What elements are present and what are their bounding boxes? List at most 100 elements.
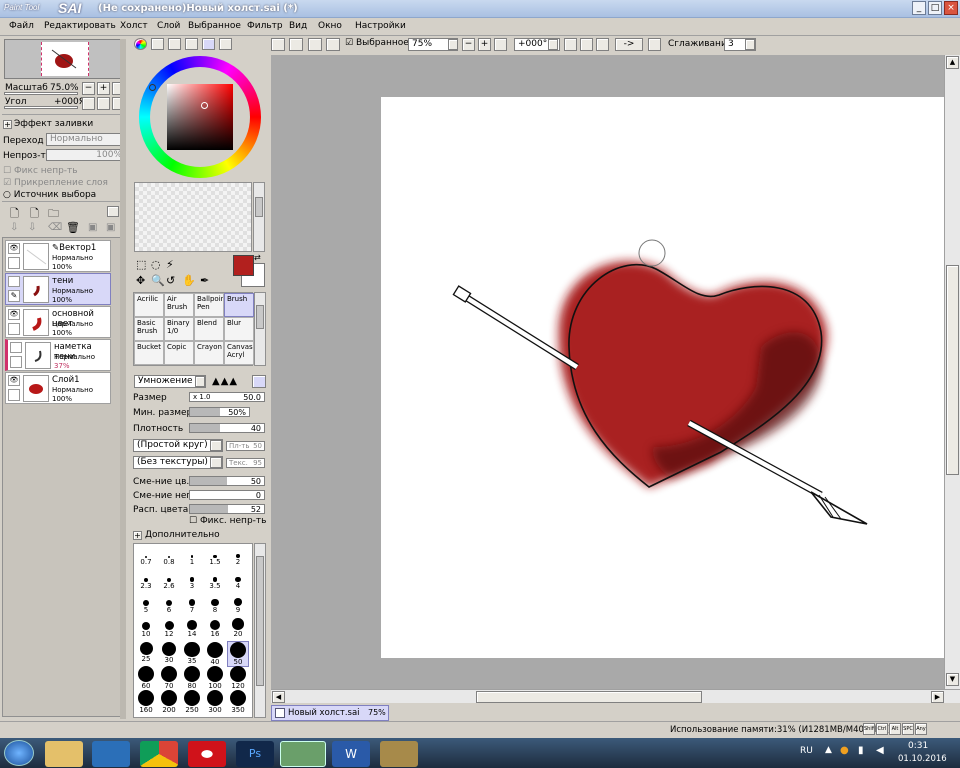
- lock-checkbox[interactable]: ✎: [8, 290, 20, 302]
- document-tab[interactable]: Новый холст.sai 75%: [271, 705, 389, 721]
- layer-item-shadows[interactable]: ✎ тени Нормально 100%: [5, 273, 111, 305]
- zoom-reset-button[interactable]: [494, 38, 507, 51]
- brush-size-option[interactable]: 5: [136, 594, 156, 614]
- menu-view[interactable]: Вид: [289, 21, 307, 31]
- clock-date[interactable]: 01.10.2016: [898, 754, 947, 764]
- brush-size-option[interactable]: 6: [159, 594, 179, 614]
- rgb-slider-tab-icon[interactable]: [151, 38, 164, 50]
- visibility-eye-icon[interactable]: [8, 276, 20, 287]
- brush-size-option[interactable]: 80: [182, 666, 202, 690]
- start-button[interactable]: [4, 740, 34, 766]
- chrome-taskbar-icon[interactable]: [140, 741, 178, 767]
- chevron-down-icon[interactable]: [210, 440, 222, 451]
- canvas-paper[interactable]: [381, 97, 944, 658]
- brush-size-option[interactable]: 120: [228, 666, 248, 690]
- close-button[interactable]: ×: [944, 1, 958, 15]
- chevron-down-icon[interactable]: [195, 376, 205, 387]
- tool-preset[interactable]: Blur: [224, 317, 254, 341]
- brush-size-option[interactable]: 0.7: [136, 546, 156, 566]
- invert-selection-icon[interactable]: [326, 38, 340, 51]
- zoom-in-button[interactable]: +: [478, 38, 491, 51]
- menu-file[interactable]: Файл: [9, 21, 34, 31]
- lock-checkbox[interactable]: [8, 257, 20, 269]
- brush-size-option[interactable]: 160: [136, 690, 156, 714]
- tool-preset[interactable]: Crayon: [194, 341, 224, 365]
- scratchpad[interactable]: [134, 182, 252, 252]
- hsv-slider-tab-icon[interactable]: [168, 38, 181, 50]
- menu-window[interactable]: Окно: [318, 21, 342, 31]
- flip-button[interactable]: ->: [615, 38, 643, 51]
- texture-strength-slider[interactable]: Текс. 95: [226, 458, 265, 468]
- panel-splitter[interactable]: [120, 39, 126, 719]
- tool-preset[interactable]: Ballpoint Pen: [194, 293, 224, 317]
- brush-size-option[interactable]: 7: [182, 594, 202, 614]
- mask-icon[interactable]: ▣: [88, 222, 97, 233]
- transfer-down-icon[interactable]: ⇩: [10, 222, 18, 233]
- horizontal-scroll-thumb[interactable]: [476, 691, 702, 703]
- brush-size-option[interactable]: 2.6: [159, 570, 179, 590]
- lock-checkbox[interactable]: [10, 356, 22, 368]
- rotate-right-icon[interactable]: [97, 97, 110, 110]
- scratchpad-scrollbar[interactable]: [253, 182, 265, 252]
- saturation-value-square[interactable]: [167, 84, 233, 150]
- visibility-eye-icon[interactable]: 👁: [8, 309, 20, 320]
- tool-preset[interactable]: Binary 1/0: [164, 317, 194, 341]
- selection-source-checkbox[interactable]: ○ Источник выбора: [3, 190, 96, 200]
- hand-icon[interactable]: ✋: [182, 274, 196, 287]
- lock-checkbox[interactable]: [8, 389, 20, 401]
- brush-size-option[interactable]: 100: [205, 666, 225, 690]
- brush-size-option[interactable]: 200: [159, 690, 179, 714]
- chevron-down-icon[interactable]: [448, 39, 458, 50]
- selection-checkbox[interactable]: ☑ Выбранное: [345, 38, 409, 48]
- photoshop-taskbar-icon[interactable]: Ps: [236, 741, 274, 767]
- rect-select-icon[interactable]: ⬚: [136, 258, 146, 271]
- keep-opacity-checkbox[interactable]: ☐ Фикс. непр-ть: [189, 516, 266, 526]
- chevron-down-icon[interactable]: [210, 457, 222, 468]
- visibility-eye-icon[interactable]: 👁: [8, 375, 20, 386]
- layer-item-base-color[interactable]: 👁 основной цвет Нормально 100%: [5, 306, 111, 338]
- painttool-sai-taskbar-icon[interactable]: [280, 741, 326, 767]
- chevron-down-icon[interactable]: [745, 39, 755, 50]
- brush-size-option[interactable]: 60: [136, 666, 156, 690]
- size-slider[interactable]: x 1.0 50.0: [189, 392, 265, 402]
- opacity-slider[interactable]: 100%: [46, 149, 126, 161]
- language-indicator[interactable]: RU: [800, 746, 813, 756]
- scroll-right-icon[interactable]: ▶: [931, 691, 944, 703]
- tool-preset[interactable]: Canvas Acryl: [224, 341, 254, 365]
- brush-size-option[interactable]: 12: [159, 618, 179, 638]
- layer-item-layer1[interactable]: 👁 Слой1 Нормально 100%: [5, 372, 111, 404]
- hue-ring[interactable]: [139, 56, 261, 178]
- primary-color-swatch[interactable]: [233, 255, 254, 276]
- expand-icon[interactable]: +: [3, 120, 12, 129]
- clip-group-checkbox[interactable]: ☑ Прикрепление слоя: [3, 178, 108, 188]
- clear-layer-icon[interactable]: ⌫: [48, 222, 62, 233]
- color-cursor[interactable]: [201, 102, 208, 109]
- color-picker-tab-icon[interactable]: [219, 38, 232, 50]
- scroll-up-icon[interactable]: ▲: [946, 56, 959, 69]
- scratchpad-tab-icon[interactable]: [202, 38, 215, 50]
- layer-item-shadow-sketch[interactable]: наметка тени Нормально 37%: [5, 339, 111, 371]
- brush-size-option[interactable]: 3: [182, 570, 202, 590]
- tool-preset[interactable]: Air Brush: [164, 293, 194, 317]
- brush-size-option[interactable]: 20: [228, 618, 248, 638]
- hue-cursor[interactable]: [149, 84, 156, 91]
- magic-wand-icon[interactable]: ⚡: [166, 258, 174, 271]
- network-icon[interactable]: ▮: [858, 745, 864, 756]
- layer-options-icon[interactable]: [107, 206, 119, 217]
- tool-preset[interactable]: Bucket: [134, 341, 164, 365]
- scroll-left-icon[interactable]: ◀: [272, 691, 285, 703]
- layer-item-vector1[interactable]: 👁 ✎Вектор1 Нормально 100%: [5, 240, 111, 272]
- explorer-taskbar-icon[interactable]: [45, 741, 83, 767]
- zoom-out-button[interactable]: −: [462, 38, 475, 51]
- tray-expand-icon[interactable]: ▲: [825, 745, 832, 755]
- paint-taskbar-icon[interactable]: [380, 741, 418, 767]
- min-size-slider[interactable]: 50%: [189, 407, 250, 417]
- minimize-button[interactable]: _: [912, 1, 926, 15]
- swap-colors-icon[interactable]: ⇄: [254, 253, 261, 262]
- chevron-down-icon[interactable]: [548, 39, 558, 50]
- brush-size-option[interactable]: 250: [182, 690, 202, 714]
- apply-mask-icon[interactable]: ▣: [106, 222, 115, 233]
- rotate-icon[interactable]: ↺: [166, 274, 175, 287]
- brush-shape-flat-icon[interactable]: [252, 375, 266, 388]
- color-wheel-tab-icon[interactable]: [134, 38, 147, 50]
